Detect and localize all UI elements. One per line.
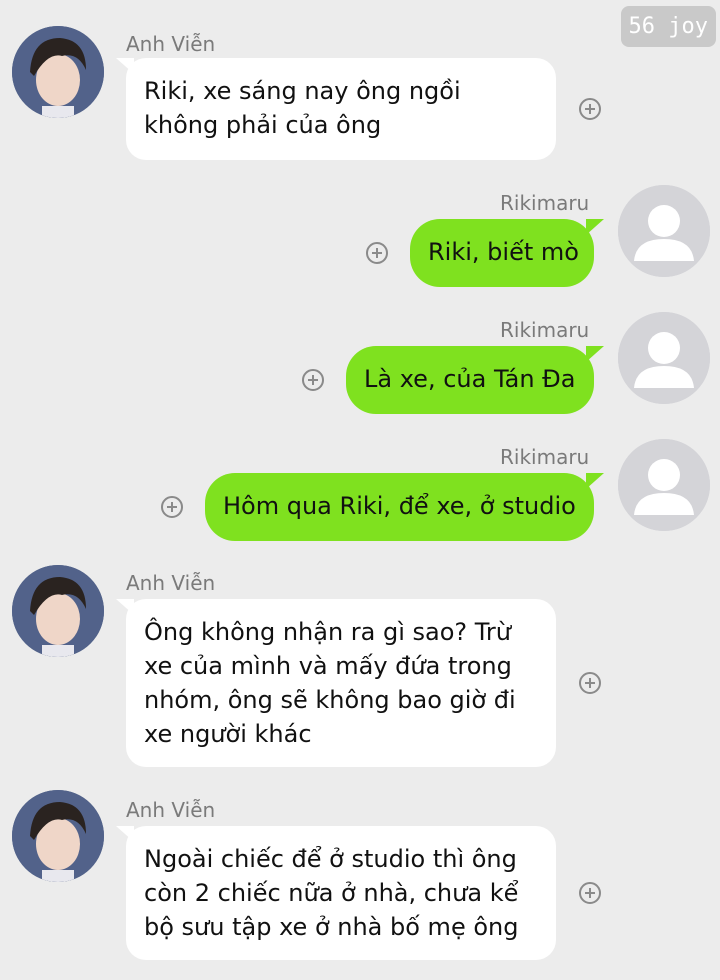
message-text-line: không phải của ông [144, 111, 382, 139]
message-text-line: Riki, biết mò [428, 238, 579, 266]
message-bubble[interactable]: Là xe, của Tán Đa [346, 346, 604, 414]
person-photo-icon [12, 26, 104, 118]
sender-name: Anh Viễn [126, 32, 216, 56]
message-bubble[interactable]: Ông không nhận ra gì sao? Trừ xe của mìn… [116, 599, 556, 767]
message-text-line: còn 2 chiếc nữa ở nhà, chưa kể [144, 879, 519, 907]
plus-circle-icon[interactable] [161, 496, 183, 518]
plus-circle-icon[interactable] [302, 369, 324, 391]
default-avatar-icon [618, 439, 710, 531]
avatar[interactable] [12, 26, 104, 118]
message-text-line: bộ sưu tập xe ở nhà bố mẹ ông [144, 913, 519, 941]
avatar[interactable] [618, 185, 710, 277]
message-text-line: nhóm, ông sẽ không bao giờ đi [144, 686, 516, 714]
plus-circle-icon[interactable] [579, 672, 601, 694]
message-bubble[interactable]: Hôm qua Riki, để xe, ở studio [205, 473, 604, 541]
message-text-line: xe của mình và mấy đứa trong [144, 652, 512, 680]
avatar[interactable] [618, 439, 710, 531]
sender-name: Rikimaru [500, 191, 590, 215]
sender-name: Anh Viễn [126, 571, 216, 595]
message-text-line: Là xe, của Tán Đa [364, 365, 576, 393]
avatar[interactable] [12, 790, 104, 882]
message-text-line: Ngoài chiếc để ở studio thì ông [144, 845, 517, 873]
avatar[interactable] [12, 565, 104, 657]
person-photo-icon [12, 565, 104, 657]
person-photo-icon [12, 790, 104, 882]
plus-circle-icon[interactable] [579, 98, 601, 120]
message-bubble[interactable]: Riki, xe sáng nay ông ngồi không phải củ… [116, 58, 556, 160]
message-bubble[interactable]: Ngoài chiếc để ở studio thì ông còn 2 ch… [116, 826, 556, 960]
sender-name: Rikimaru [500, 318, 590, 342]
message-text-line: xe người khác [144, 720, 312, 748]
message-text-line: Riki, xe sáng nay ông ngồi [144, 77, 461, 105]
plus-circle-icon[interactable] [366, 242, 388, 264]
message-text-line: Ông không nhận ra gì sao? Trừ [144, 618, 512, 646]
default-avatar-icon [618, 312, 710, 404]
avatar[interactable] [618, 312, 710, 404]
plus-circle-icon[interactable] [579, 882, 601, 904]
sender-name: Anh Viễn [126, 798, 216, 822]
message-text-line: Hôm qua Riki, để xe, ở studio [223, 492, 576, 520]
sender-name: Rikimaru [500, 445, 590, 469]
default-avatar-icon [618, 185, 710, 277]
watermark-badge: 56 joy [620, 6, 716, 47]
message-bubble[interactable]: Riki, biết mò [410, 219, 604, 287]
